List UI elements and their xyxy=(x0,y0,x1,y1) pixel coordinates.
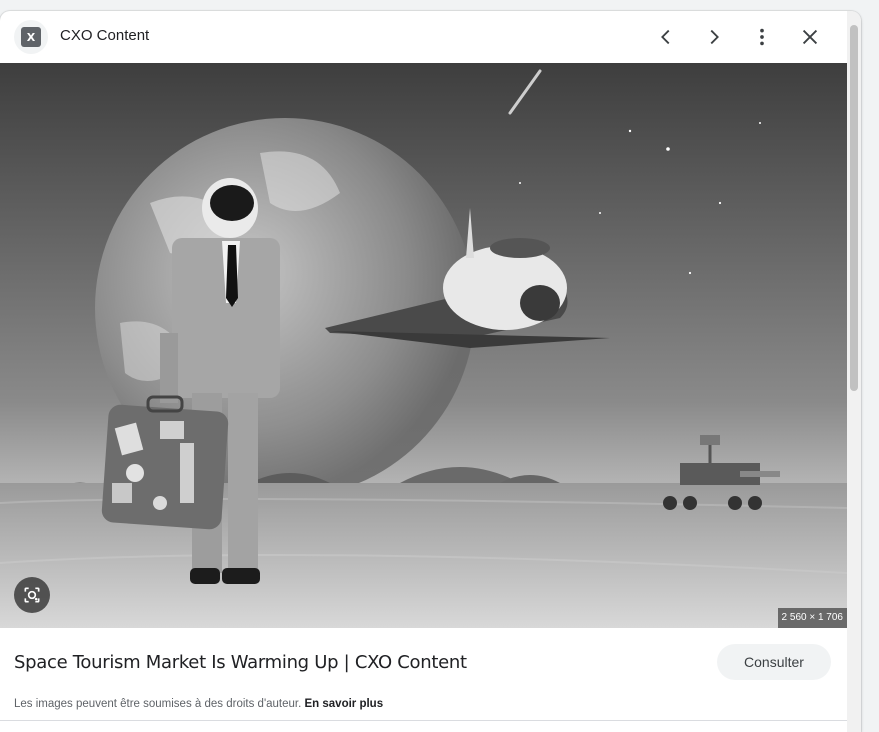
space-tourism-image xyxy=(0,63,847,628)
viewer-header: X CXO Content xyxy=(0,11,847,63)
image-title[interactable]: Space Tourism Market Is Warming Up | CXO… xyxy=(14,652,467,673)
learn-more-link[interactable]: En savoir plus xyxy=(305,698,384,710)
site-logo[interactable]: X xyxy=(14,20,48,54)
copyright-notice: Les images peuvent être soumises à des d… xyxy=(14,698,383,710)
chevron-left-icon xyxy=(661,29,670,45)
viewer-backdrop: X CXO Content 2 560 × 1 706 Space Touris… xyxy=(0,0,879,732)
chevron-right-icon xyxy=(710,29,719,45)
scrollbar-thumb[interactable] xyxy=(850,25,858,391)
divider xyxy=(0,720,847,721)
close-button[interactable] xyxy=(796,23,824,51)
more-options-button[interactable] xyxy=(748,23,776,51)
image-viewer-panel: X CXO Content 2 560 × 1 706 Space Touris… xyxy=(0,11,861,732)
image-dimensions-label: 2 560 × 1 706 xyxy=(777,608,847,628)
close-icon xyxy=(802,29,818,45)
vertical-scrollbar[interactable] xyxy=(847,11,861,732)
more-vert-icon xyxy=(760,28,764,46)
next-button[interactable] xyxy=(700,23,728,51)
visit-button[interactable]: Consulter xyxy=(717,644,831,680)
google-lens-button[interactable] xyxy=(14,577,50,613)
previous-button[interactable] xyxy=(652,23,680,51)
preview-image[interactable]: 2 560 × 1 706 xyxy=(0,63,847,628)
site-logo-mark: X xyxy=(21,27,41,47)
copyright-text: Les images peuvent être soumises à des d… xyxy=(14,698,305,710)
lens-icon xyxy=(24,587,40,603)
site-name[interactable]: CXO Content xyxy=(60,27,149,44)
